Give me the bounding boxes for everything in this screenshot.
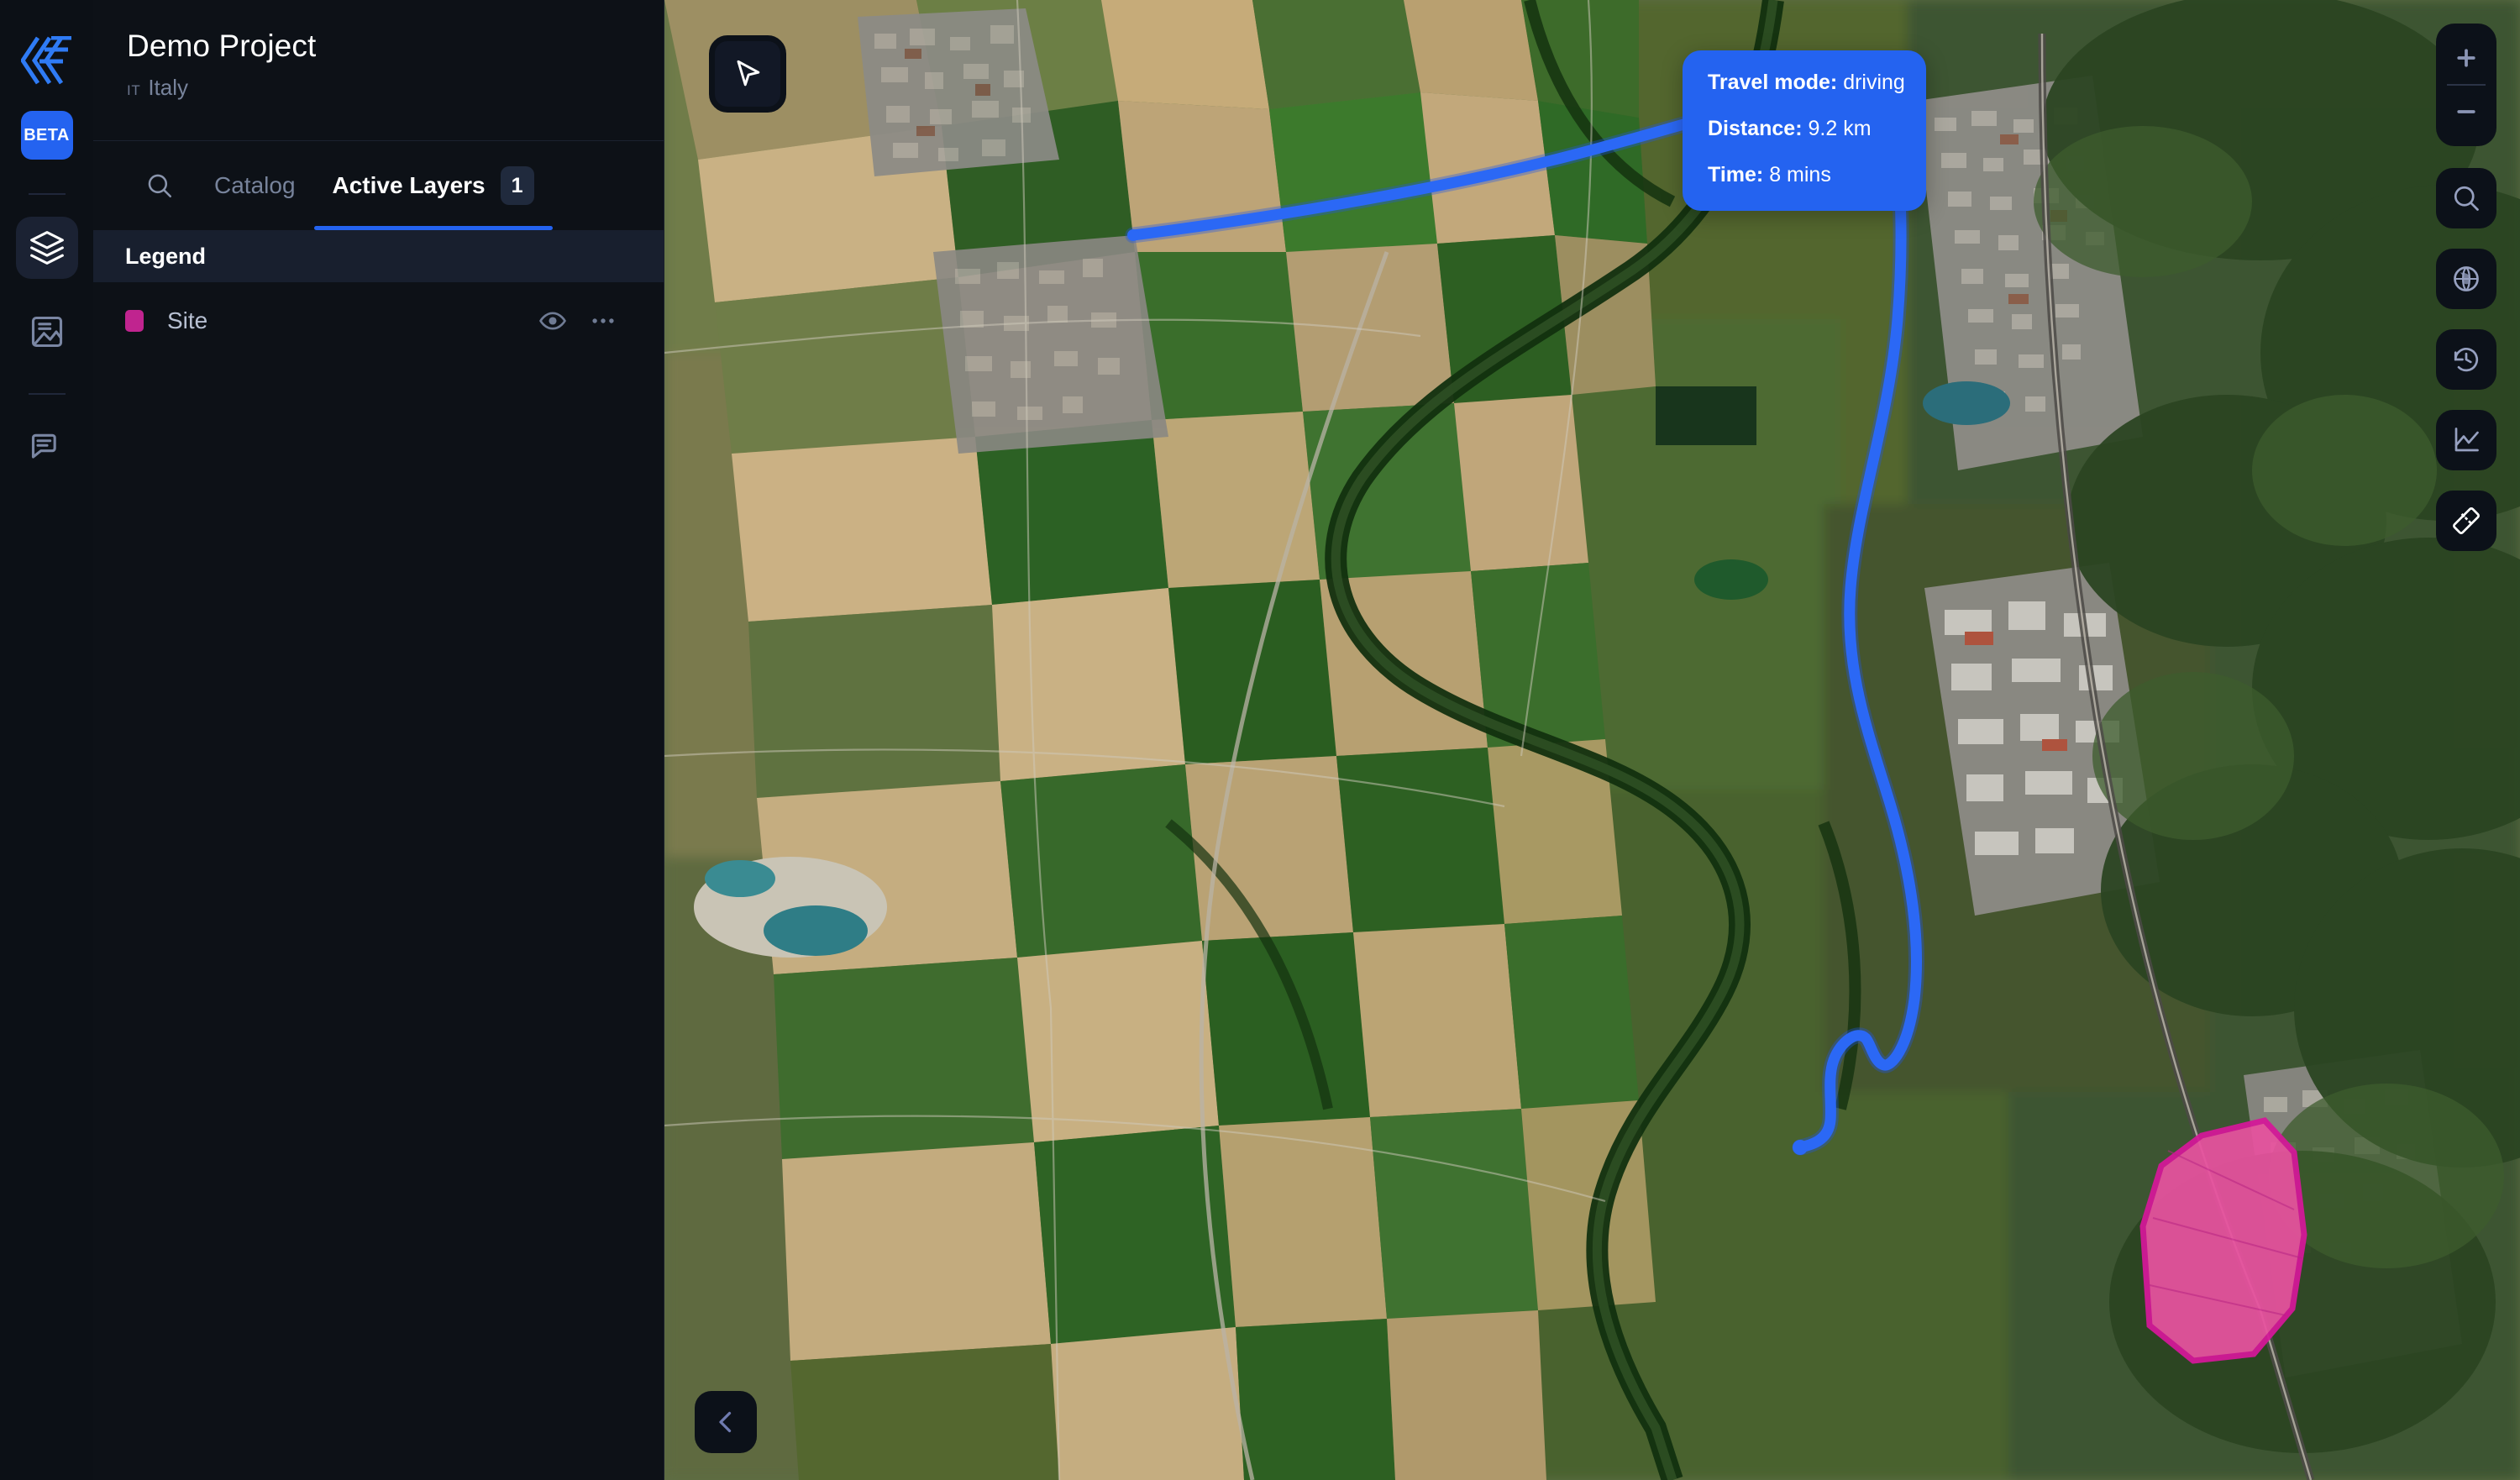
panel-header: Demo Project IT Italy	[93, 0, 664, 141]
minus-icon	[2457, 110, 2475, 113]
satellite-map-canvas	[664, 0, 2520, 1480]
left-panel: Demo Project IT Italy Catalog Active Lay…	[93, 0, 664, 1480]
pointer-tool-button[interactable]	[709, 35, 786, 113]
layers-icon	[29, 231, 64, 265]
ruler-measure-icon	[2453, 507, 2480, 534]
panel-search-button[interactable]	[123, 171, 196, 200]
app-logo[interactable]	[15, 29, 79, 92]
tooltip-travel-mode-label: Travel mode:	[1708, 71, 1838, 94]
eye-icon	[539, 312, 566, 330]
layer-name-label: Site	[167, 307, 208, 333]
rail-divider-top	[28, 193, 66, 195]
map-tool-history[interactable]	[2436, 329, 2496, 390]
globe-icon	[2454, 266, 2479, 291]
tooltip-time-label: Time:	[1708, 163, 1764, 186]
tab-catalog-label: Catalog	[214, 172, 296, 198]
layer-options-button[interactable]	[578, 307, 628, 335]
map-tool-basemap[interactable]	[2436, 249, 2496, 309]
page-title: Demo Project	[127, 29, 317, 63]
search-icon	[2454, 186, 2479, 211]
search-icon	[148, 174, 172, 198]
comments-icon	[31, 433, 56, 459]
icon-rail: BETA	[0, 0, 93, 1480]
tooltip-travel-mode: Travel mode: driving	[1708, 71, 1905, 94]
legend-header: Legend	[93, 230, 664, 282]
map-tool-analytics[interactable]	[2436, 410, 2496, 470]
zoom-in-button[interactable]	[2436, 32, 2496, 84]
flow-logo-icon	[20, 36, 71, 85]
layer-visibility-toggle[interactable]	[528, 307, 578, 335]
country-code: IT	[127, 82, 141, 98]
more-options-icon	[592, 318, 614, 323]
layer-list-item-site[interactable]: Site	[93, 282, 664, 360]
history-icon	[2454, 348, 2479, 372]
rail-divider-mid	[28, 393, 66, 395]
panel-tabs: Catalog Active Layers 1	[93, 141, 664, 230]
tooltip-distance: Distance: 9.2 km	[1708, 118, 1901, 139]
pointer-cursor-icon	[737, 60, 760, 87]
tooltip-travel-mode-value: driving	[1843, 71, 1905, 94]
tab-active-layers-label: Active Layers	[332, 172, 486, 198]
tooltip-distance-label: Distance:	[1708, 117, 1803, 140]
rail-item-layers[interactable]	[15, 217, 78, 279]
layer-color-swatch	[125, 310, 144, 332]
plus-icon	[2457, 49, 2475, 67]
rail-item-reports[interactable]	[16, 301, 78, 363]
country-name: Italy	[148, 75, 188, 100]
map-viewport[interactable]: Travel mode: driving Distance: 9.2 km Ti…	[664, 0, 2520, 1480]
report-image-icon	[31, 316, 62, 348]
map-tool-search[interactable]	[2436, 168, 2496, 228]
route-info-tooltip: Travel mode: driving Distance: 9.2 km Ti…	[1683, 50, 1926, 211]
active-layers-count-badge: 1	[500, 166, 534, 205]
tab-active-layers[interactable]: Active Layers 1	[313, 141, 553, 230]
rail-item-comments[interactable]	[16, 417, 78, 479]
project-location: IT Italy	[127, 75, 630, 101]
tooltip-time-value: 8 mins	[1769, 163, 1831, 186]
tab-catalog[interactable]: Catalog	[196, 141, 314, 230]
analytics-chart-icon	[2454, 428, 2479, 452]
chevron-left-icon	[719, 1411, 732, 1433]
beta-badge: BETA	[20, 111, 73, 160]
tooltip-distance-value: 9.2 km	[1808, 117, 1872, 140]
zoom-out-button[interactable]	[2436, 86, 2496, 138]
map-tool-measure[interactable]	[2436, 491, 2496, 551]
tooltip-time: Time: 8 mins	[1708, 165, 1901, 186]
collapse-panel-button[interactable]	[695, 1391, 757, 1453]
map-tools	[2436, 168, 2496, 551]
zoom-controls	[2436, 24, 2496, 146]
